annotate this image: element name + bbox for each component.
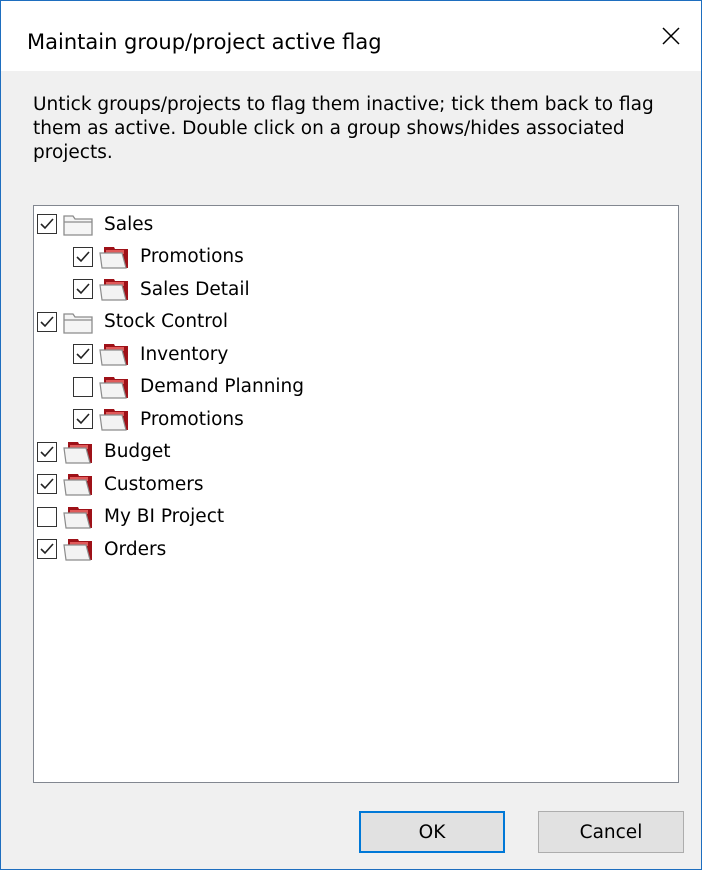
tree-item-label: Promotions: [140, 408, 244, 430]
checkmark-icon: [40, 445, 54, 457]
tree-group-row[interactable]: Stock Control: [37, 306, 228, 338]
tree-item-label: Demand Planning: [140, 376, 305, 397]
tree-item-checkbox[interactable]: [37, 506, 57, 527]
tree-project-row[interactable]: Promotions: [73, 403, 244, 435]
tree-item-checkbox[interactable]: [37, 214, 57, 234]
tree-item-checkbox[interactable]: [37, 441, 57, 462]
project-folder-icon: [98, 341, 130, 367]
tree-project-row[interactable]: Customers: [37, 468, 204, 500]
project-folder-icon: [98, 244, 130, 270]
tree-item-checkbox[interactable]: [73, 246, 93, 267]
instructions-text: Untick groups/projects to flag them inac…: [33, 94, 654, 163]
checkmark-icon: [40, 218, 54, 230]
tree-item-checkbox[interactable]: [73, 344, 93, 364]
tree-item-label: Budget: [104, 441, 171, 462]
cancel-button[interactable]: Cancel: [538, 811, 684, 853]
group-project-tree[interactable]: Sales Promotions Sales Detail Stock Control…: [33, 205, 679, 783]
checkmark-icon: [40, 543, 54, 555]
project-folder-icon: [98, 374, 130, 400]
tree-project-row[interactable]: Orders: [37, 533, 166, 565]
close-icon: [662, 27, 680, 45]
tree-item-label: Inventory: [140, 343, 229, 365]
checkmark-icon: [40, 478, 54, 490]
checkmark-icon: [76, 283, 90, 295]
group-folder-icon: [62, 211, 94, 237]
dialog-window: Maintain group/project active flag Untic…: [0, 0, 702, 870]
tree-item-checkbox[interactable]: [73, 376, 93, 397]
tree-project-row[interactable]: Sales Detail: [73, 273, 250, 305]
tree-item-checkbox[interactable]: [73, 279, 93, 299]
tree-item-label: Customers: [104, 473, 204, 495]
checkmark-icon: [76, 348, 90, 360]
tree-item-checkbox[interactable]: [37, 474, 57, 494]
tree-item-label: Stock Control: [104, 311, 228, 332]
project-folder-icon: [98, 406, 130, 432]
tree-project-row[interactable]: Budget: [37, 436, 171, 468]
checkmark-icon: [76, 413, 90, 425]
tree-item-checkbox[interactable]: [73, 409, 93, 429]
tree-project-row[interactable]: My BI Project: [37, 501, 224, 533]
project-folder-icon: [62, 439, 94, 465]
project-folder-icon: [62, 471, 94, 497]
tree-item-label: Sales: [104, 213, 154, 235]
tree-item-checkbox[interactable]: [37, 539, 57, 559]
project-folder-icon: [62, 504, 94, 530]
checkmark-icon: [40, 315, 54, 327]
tree-item-checkbox[interactable]: [37, 311, 57, 332]
tree-project-row[interactable]: Promotions: [73, 241, 244, 273]
close-button[interactable]: [641, 1, 701, 71]
tree-item-label: Orders: [104, 538, 167, 560]
tree-group-row[interactable]: Sales: [37, 208, 153, 240]
tree-item-label: My BI Project: [104, 506, 225, 527]
project-folder-icon: [62, 536, 94, 562]
project-folder-icon: [98, 276, 130, 302]
tree-project-row[interactable]: Demand Planning: [73, 371, 304, 403]
group-folder-icon: [62, 309, 94, 335]
dialog-title: Maintain group/project active flag: [27, 30, 382, 54]
tree-item-label: Sales Detail: [140, 278, 250, 300]
ok-button[interactable]: OK: [359, 811, 505, 853]
tree-project-row[interactable]: Inventory: [73, 338, 228, 370]
tree-item-label: Promotions: [140, 246, 244, 267]
title-bar[interactable]: Maintain group/project active flag: [1, 1, 701, 71]
checkmark-icon: [76, 250, 90, 262]
